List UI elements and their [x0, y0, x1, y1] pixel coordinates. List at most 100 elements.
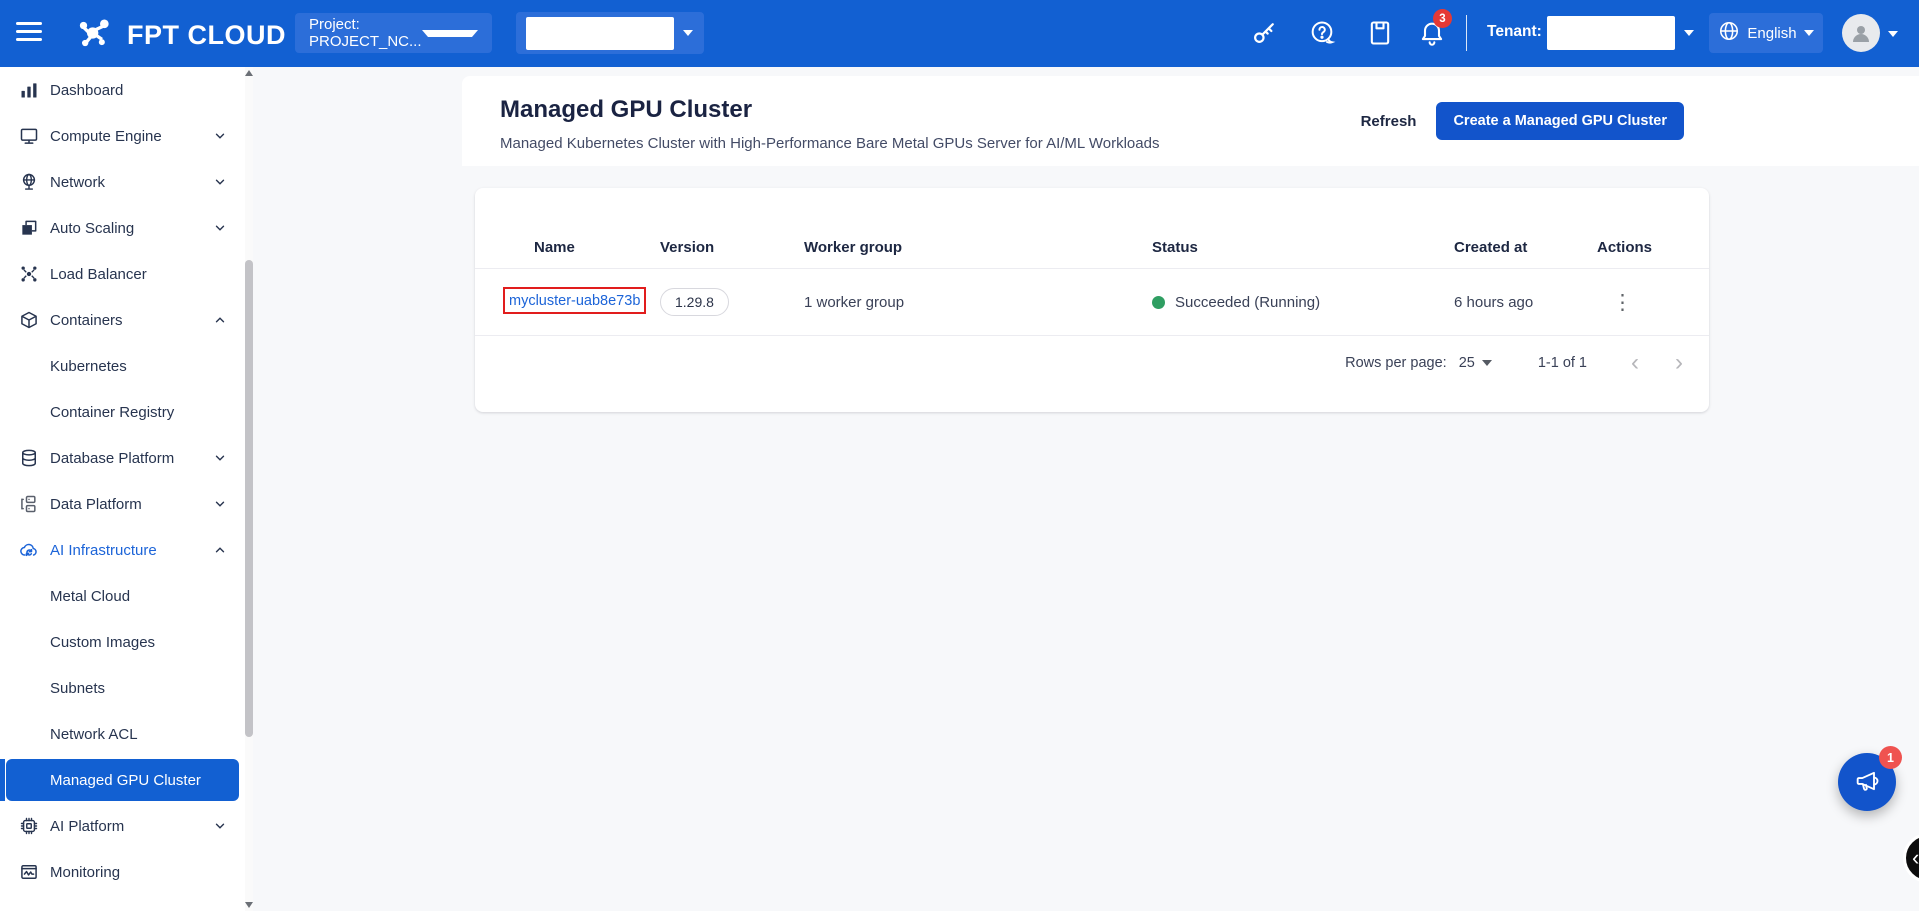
- sidebar-item-label: Kubernetes: [50, 358, 127, 375]
- docs-book-icon[interactable]: [1366, 19, 1394, 47]
- chevron-down-icon: [213, 819, 227, 833]
- rows-per-page-value: 25: [1459, 355, 1475, 371]
- pagination: Rows per page: 25 1-1 of 1 ‹ ›: [475, 336, 1709, 390]
- sidebar-item-ai-platform[interactable]: AI Platform: [0, 803, 253, 849]
- previous-page-icon[interactable]: ‹: [1631, 351, 1639, 375]
- chevron-down-icon: [1804, 30, 1814, 36]
- version-chip: 1.29.8: [660, 288, 729, 316]
- tenant-label: Tenant:: [1487, 23, 1542, 41]
- scroll-down-arrow-icon[interactable]: [245, 902, 253, 908]
- sidebar-item-label: Containers: [50, 312, 123, 329]
- sidebar-item-containers[interactable]: Containers: [0, 297, 253, 343]
- table-row: mycluster-uab8e73b 1.29.8 1 worker group…: [475, 269, 1709, 335]
- sidebar-item-label: Compute Engine: [50, 128, 162, 145]
- globe-icon: [1718, 20, 1740, 46]
- active-item-indicator: [0, 759, 5, 801]
- chevron-down-icon: [422, 30, 478, 37]
- sidebar-item-network[interactable]: Network: [0, 159, 253, 205]
- sidebar-item-compute-engine[interactable]: Compute Engine: [0, 113, 253, 159]
- sidebar-item-label: Database Platform: [50, 450, 174, 467]
- page-header: Managed GPU Cluster Managed Kubernetes C…: [462, 76, 1919, 166]
- sidebar-item-label: Metal Cloud: [50, 588, 130, 605]
- created-at-cell: 6 hours ago: [1454, 294, 1597, 311]
- database-icon: [18, 447, 40, 469]
- data-stack-icon: [18, 493, 40, 515]
- top-navbar: FPT CLOUD Project: PROJECT_NC... 3 Tenan…: [0, 0, 1919, 67]
- sidebar-item-label: Subnets: [50, 680, 105, 697]
- sidebar-item-label: Managed GPU Cluster: [50, 772, 201, 789]
- bar-chart-icon: [18, 79, 40, 101]
- globe-stand-icon: [18, 171, 40, 193]
- chevron-down-icon: [213, 451, 227, 465]
- main-content: Managed GPU Cluster Managed Kubernetes C…: [253, 67, 1919, 911]
- sidebar-item-label: Network ACL: [50, 726, 138, 743]
- sidebar-item-network-acl[interactable]: Network ACL: [0, 711, 253, 757]
- column-header-actions: Actions: [1597, 239, 1709, 256]
- sidebar-item-database-platform[interactable]: Database Platform: [0, 435, 253, 481]
- sidebar-item-load-balancer[interactable]: Load Balancer: [0, 251, 253, 297]
- sidebar-item-container-registry[interactable]: Container Registry: [0, 389, 253, 435]
- fpt-cloud-logo[interactable]: FPT CLOUD: [74, 13, 286, 58]
- monitor-pulse-icon: [18, 861, 40, 883]
- sidebar-item-metal-cloud[interactable]: Metal Cloud: [0, 573, 253, 619]
- scroll-up-arrow-icon[interactable]: [245, 70, 253, 76]
- monitor-icon: [18, 125, 40, 147]
- language-label: English: [1747, 25, 1796, 42]
- announcements-button[interactable]: 1: [1838, 753, 1896, 811]
- chevron-up-icon: [213, 313, 227, 327]
- avatar[interactable]: [1842, 14, 1880, 52]
- chevron-down-icon: [213, 175, 227, 189]
- chevron-down-icon: [213, 497, 227, 511]
- sidebar-item-kubernetes[interactable]: Kubernetes: [0, 343, 253, 389]
- sidebar-item-monitoring[interactable]: Monitoring: [0, 849, 253, 895]
- package-icon: [18, 309, 40, 331]
- page-title: Managed GPU Cluster: [500, 96, 752, 124]
- sidebar-item-managed-gpu-cluster[interactable]: Managed GPU Cluster: [6, 759, 239, 801]
- sidebar: Dashboard Compute Engine Network A: [0, 67, 253, 911]
- global-search-dropdown[interactable]: [516, 12, 704, 54]
- pagination-range: 1-1 of 1: [1538, 355, 1587, 371]
- chevron-down-icon: [1888, 31, 1898, 37]
- sidebar-item-label: Container Registry: [50, 404, 174, 421]
- announcements-badge: 1: [1879, 746, 1902, 769]
- cluster-name-link[interactable]: mycluster-uab8e73b: [509, 293, 640, 309]
- sidebar-item-label: Network: [50, 174, 105, 191]
- help-chat-icon[interactable]: [1308, 19, 1336, 47]
- status-text: Succeeded (Running): [1175, 294, 1320, 311]
- sidebar-item-label: Custom Images: [50, 634, 155, 651]
- column-header-worker-group: Worker group: [804, 239, 1152, 256]
- sidebar-item-label: Data Platform: [50, 496, 142, 513]
- rows-per-page-select[interactable]: 25: [1459, 355, 1492, 371]
- sidebar-item-subnets[interactable]: Subnets: [0, 665, 253, 711]
- sidebar-item-auto-scaling[interactable]: Auto Scaling: [0, 205, 253, 251]
- sidebar-scrollbar-thumb[interactable]: [245, 260, 253, 737]
- cloud-sync-icon: [18, 539, 40, 561]
- sidebar-item-data-platform[interactable]: Data Platform: [0, 481, 253, 527]
- create-cluster-button[interactable]: Create a Managed GPU Cluster: [1436, 102, 1684, 140]
- sidebar-item-label: Dashboard: [50, 82, 123, 99]
- layers-icon: [18, 217, 40, 239]
- nodes-icon: [18, 263, 40, 285]
- language-selector[interactable]: English: [1709, 13, 1823, 53]
- sidebar-item-custom-images[interactable]: Custom Images: [0, 619, 253, 665]
- sidebar-item-ai-infrastructure[interactable]: AI Infrastructure: [0, 527, 253, 573]
- next-page-icon[interactable]: ›: [1675, 351, 1683, 375]
- row-actions-kebab-icon[interactable]: ⋮: [1612, 292, 1633, 313]
- api-key-icon[interactable]: [1250, 19, 1278, 47]
- column-header-version: Version: [660, 239, 804, 256]
- chevron-down-icon: [683, 30, 693, 36]
- chevron-left-icon: ‹: [1912, 845, 1919, 871]
- sidebar-item-dashboard[interactable]: Dashboard: [0, 67, 253, 113]
- tenant-select[interactable]: [1547, 16, 1675, 50]
- project-dropdown[interactable]: Project: PROJECT_NC...: [295, 13, 492, 53]
- refresh-button[interactable]: Refresh: [1361, 113, 1417, 130]
- annotation-highlight-box: mycluster-uab8e73b: [503, 287, 646, 314]
- status-dot-icon: [1152, 296, 1165, 309]
- status-cell: Succeeded (Running): [1152, 294, 1454, 311]
- column-header-status: Status: [1152, 239, 1454, 256]
- chevron-down-icon: [213, 129, 227, 143]
- column-header-name: Name: [534, 239, 660, 256]
- search-input[interactable]: [526, 17, 674, 50]
- chevron-down-icon: [213, 221, 227, 235]
- menu-icon[interactable]: [16, 22, 46, 45]
